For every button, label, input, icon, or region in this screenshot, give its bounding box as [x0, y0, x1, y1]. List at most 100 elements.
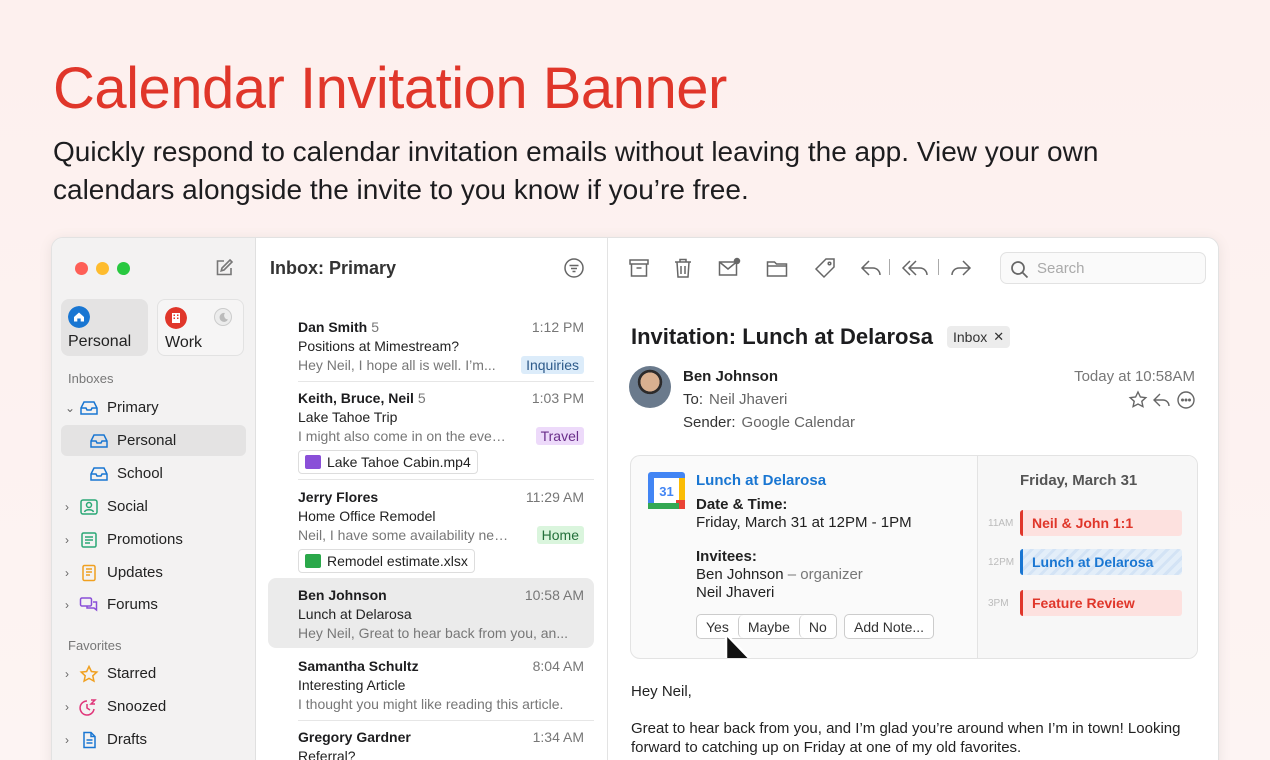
hero-title: Calendar Invitation Banner: [53, 56, 727, 121]
sender-label: Sender:: [683, 414, 736, 431]
chevron-right-icon[interactable]: ›: [65, 667, 79, 681]
sidebar-item-personal[interactable]: Personal: [61, 425, 246, 456]
sidebar-item-forums[interactable]: › Forums: [61, 589, 246, 620]
message-row[interactable]: Gregory Gardner 1:34 AM Referral?: [268, 729, 594, 760]
reply-icon[interactable]: [1152, 390, 1172, 410]
inboxes-section-title: Inboxes: [68, 371, 114, 386]
minimize-window-button[interactable]: [96, 262, 109, 275]
home-icon: [68, 306, 90, 328]
avatar[interactable]: [629, 366, 671, 408]
sidebar-item-school[interactable]: School: [61, 458, 246, 489]
chevron-down-icon[interactable]: ⌄: [65, 401, 79, 415]
account-label: Personal: [68, 333, 132, 350]
calendar-invite-banner: 31 Lunch at Delarosa Date & Time: Friday…: [630, 455, 1198, 659]
label-icon[interactable]: [813, 256, 837, 280]
message-sender: Ben Johnson: [298, 587, 387, 603]
attachment-chip[interactable]: Remodel estimate.xlsx: [298, 549, 475, 573]
chevron-right-icon[interactable]: ›: [65, 566, 79, 580]
chevron-right-icon[interactable]: ›: [65, 598, 79, 612]
invitee-name: Neil Jhaveri: [696, 584, 775, 601]
search-input[interactable]: [1037, 258, 1197, 278]
mouse-pointer-icon: [724, 632, 751, 658]
forums-icon: [79, 596, 98, 612]
star-icon: [79, 664, 99, 683]
sidebar-item-snoozed[interactable]: › Snoozed: [61, 691, 246, 722]
sidebar-item-updates[interactable]: › Updates: [61, 557, 246, 588]
forward-icon[interactable]: [949, 256, 973, 280]
message-sender: Gregory Gardner: [298, 729, 411, 745]
email-body-paragraph: Great to hear back from you, and I’m gla…: [631, 720, 1181, 756]
header-actions: [1128, 390, 1196, 410]
sidebar-item-drafts[interactable]: › Drafts: [61, 724, 246, 755]
zoom-window-button[interactable]: [117, 262, 130, 275]
sidebar-item-promotions[interactable]: › Promotions: [61, 524, 246, 555]
chevron-right-icon[interactable]: ›: [65, 733, 79, 747]
inbox-label-chip[interactable]: Inbox ✕: [947, 326, 1011, 348]
account-work[interactable]: Work: [157, 299, 244, 356]
sidebar-item-social[interactable]: › Social: [61, 491, 246, 522]
star-icon[interactable]: [1128, 390, 1148, 410]
label-tag[interactable]: Travel: [535, 427, 584, 445]
rsvp-no-button[interactable]: No: [798, 615, 836, 638]
invitees-label: Invitees:: [696, 548, 757, 565]
sender-value: Google Calendar: [741, 414, 855, 431]
reply-all-icon[interactable]: [901, 256, 931, 280]
chevron-right-icon[interactable]: ›: [65, 700, 79, 714]
label-tag[interactable]: Home: [536, 526, 584, 544]
event-title-link[interactable]: Lunch at Delarosa: [696, 472, 826, 489]
account-personal[interactable]: Personal: [61, 299, 148, 356]
sidebar: Personal Work Inboxes ⌄ Primary Personal…: [52, 238, 256, 760]
updates-icon: [82, 564, 96, 581]
message-subject: Lake Tahoe Trip: [298, 409, 398, 425]
sidebar-item-starred[interactable]: › Starred: [61, 658, 246, 689]
label-tag[interactable]: Inquiries: [521, 356, 584, 374]
archive-icon[interactable]: [627, 256, 651, 280]
calendar-event[interactable]: Neil & John 1:1: [1020, 510, 1182, 536]
trash-icon[interactable]: [671, 256, 695, 280]
sidebar-item-label: Updates: [107, 564, 163, 581]
message-time: 11:29 AM: [525, 489, 584, 505]
datetime-value: Friday, March 31 at 12PM - 1PM: [696, 514, 912, 531]
calendar-event[interactable]: Feature Review: [1020, 590, 1182, 616]
compose-icon[interactable]: [213, 257, 235, 279]
window-controls: [75, 262, 130, 275]
chevron-right-icon[interactable]: ›: [65, 533, 79, 547]
sender-row: Sender: Google Calendar: [683, 414, 855, 431]
attachment-chip[interactable]: Lake Tahoe Cabin.mp4: [298, 450, 478, 474]
message-preview: Neil, I have some availability next...: [298, 527, 513, 543]
message-time: 1:03 PM: [531, 390, 584, 406]
message-preview: Hey Neil, I hope all is well. I’m...: [298, 357, 496, 373]
mark-unread-icon[interactable]: [717, 256, 741, 280]
attachment-name: Remodel estimate.xlsx: [327, 553, 468, 569]
google-calendar-icon: 31: [648, 472, 685, 509]
inbox-icon: [80, 400, 98, 415]
message-preview: Hey Neil, Great to hear back from you, a…: [298, 625, 569, 641]
search-box[interactable]: [1000, 252, 1206, 284]
message-row-selected[interactable]: Ben Johnson 10:58 AM Lunch at Delarosa H…: [268, 578, 594, 648]
message-row[interactable]: Samantha Schultz 8:04 AM Interesting Art…: [268, 658, 594, 718]
message-row[interactable]: Keith, Bruce, Neil 5 1:03 PM Lake Tahoe T…: [268, 390, 594, 475]
sidebar-item-label: Promotions: [107, 531, 183, 548]
add-note-button[interactable]: Add Note...: [844, 614, 935, 639]
hour-label: 12PM: [988, 557, 1015, 568]
more-icon[interactable]: [1176, 390, 1196, 410]
folder-icon[interactable]: [765, 256, 789, 280]
message-row[interactable]: Dan Smith 5 1:12 PM Positions at Mimestre…: [268, 319, 594, 379]
sidebar-item-label: Drafts: [107, 731, 148, 748]
message-sender: Keith, Bruce, Neil 5: [298, 390, 426, 406]
message-row[interactable]: Jerry Flores 11:29 AM Home Office Remode…: [268, 489, 594, 574]
attachment-name: Lake Tahoe Cabin.mp4: [327, 454, 471, 470]
close-window-button[interactable]: [75, 262, 88, 275]
chevron-right-icon[interactable]: ›: [65, 500, 79, 514]
invitee-organizer: Ben Johnson – organizer: [696, 566, 863, 583]
reply-icon[interactable]: [859, 256, 883, 280]
invitee-role: – organizer: [787, 566, 863, 583]
from-name: Ben Johnson: [683, 368, 779, 385]
email-body-greeting: Hey Neil,: [631, 683, 692, 700]
datetime-label: Date & Time:: [696, 496, 788, 513]
calendar-event-invite[interactable]: Lunch at Delarosa: [1020, 549, 1182, 575]
filter-icon[interactable]: [563, 257, 585, 279]
hero-subtitle: Quickly respond to calendar invitation e…: [53, 136, 1099, 205]
sidebar-item-primary[interactable]: ⌄ Primary: [61, 392, 246, 423]
remove-label-icon[interactable]: ✕: [993, 329, 1004, 345]
